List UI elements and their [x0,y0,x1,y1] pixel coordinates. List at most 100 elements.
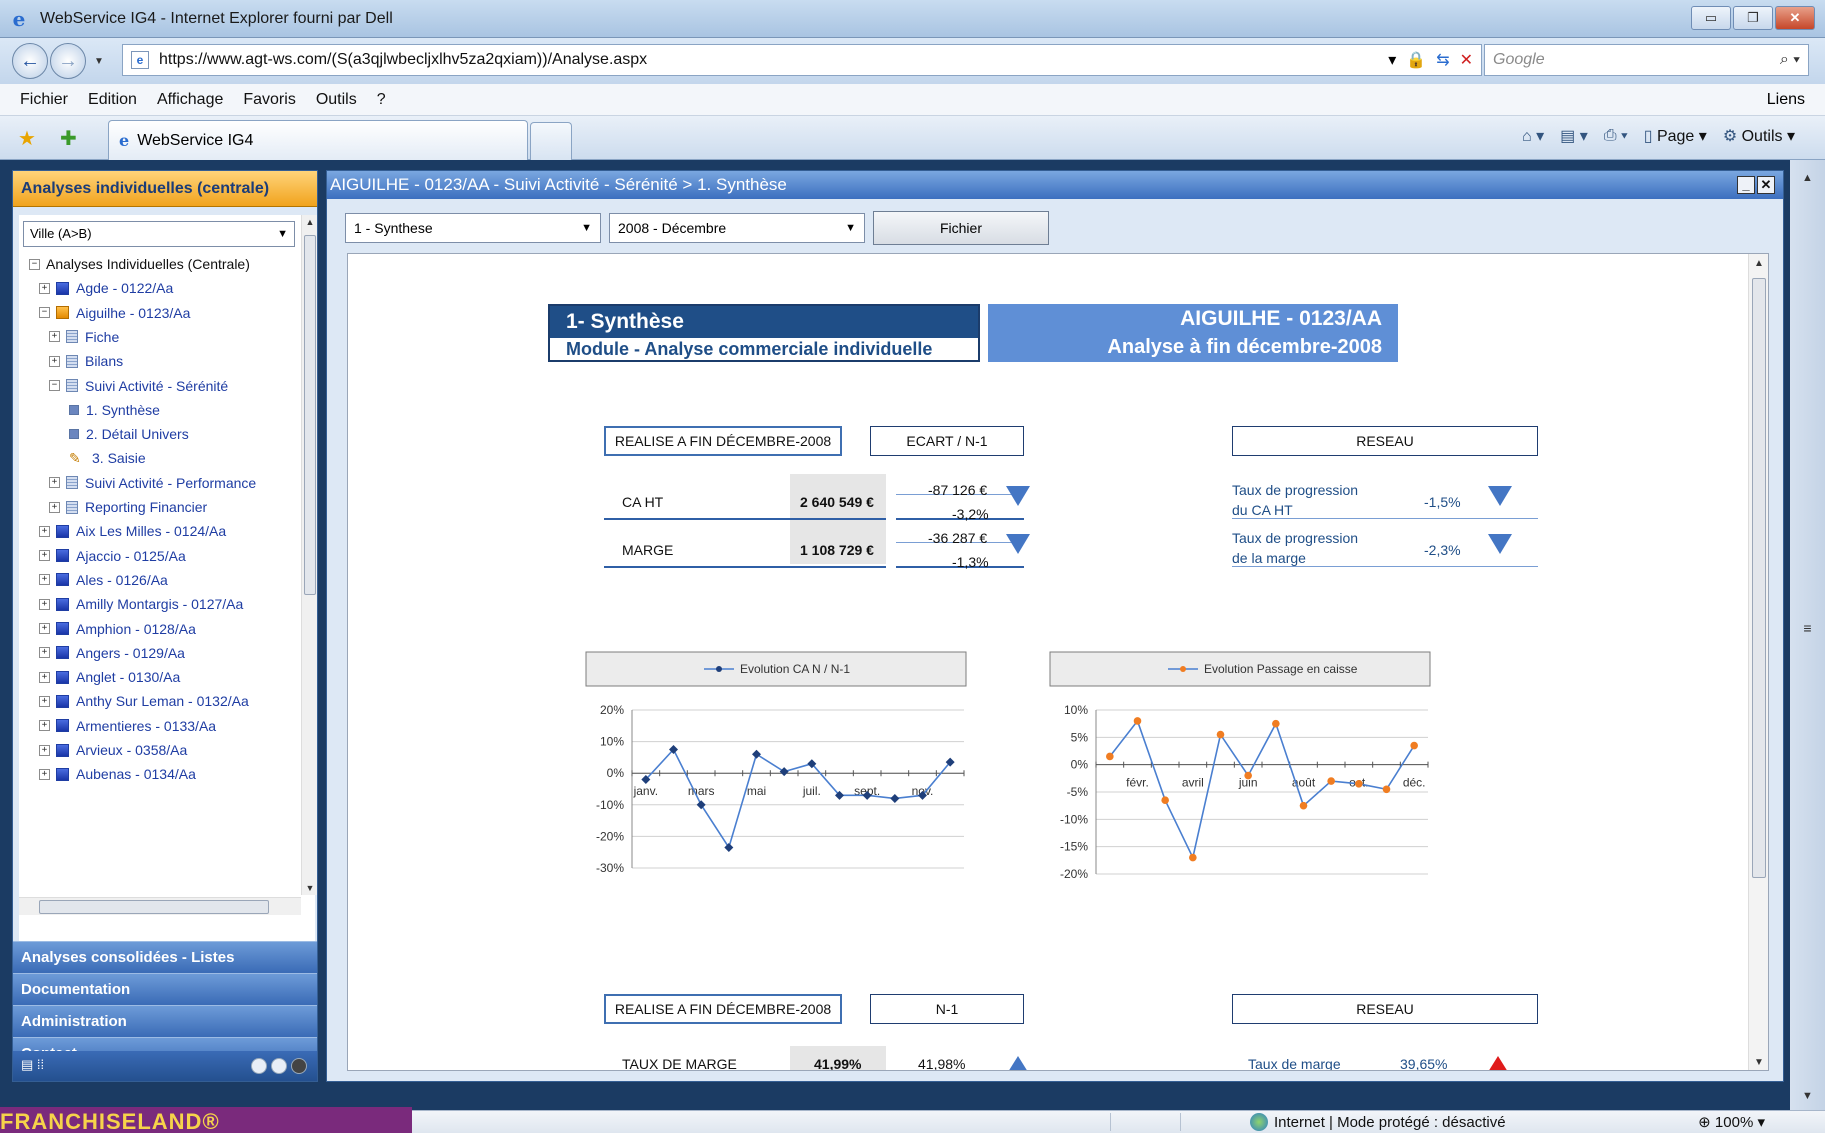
history-dropdown-icon[interactable]: ▼ [94,56,104,67]
stop-icon[interactable]: ✕ [1460,50,1473,70]
expand-icon[interactable]: + [49,501,60,513]
tree-node[interactable]: + Agde - 0122/Aa [39,277,173,299]
tree-node[interactable]: + Reporting Financier [49,496,207,518]
theme-dot-2[interactable] [271,1058,287,1074]
tree-node[interactable]: − Analyses Individuelles (Centrale) [29,253,250,275]
close-button[interactable]: ✕ [1775,6,1815,30]
forward-button[interactable]: → [50,43,86,79]
security-zone[interactable]: Internet | Mode protégé : désactivé [1274,1114,1506,1131]
scroll-grip-icon[interactable]: ≡ [1790,620,1825,636]
section-documentation[interactable]: Documentation [13,973,317,1005]
menu-outils[interactable]: Outils [316,91,357,109]
scroll-thumb[interactable] [1752,278,1766,878]
menu-help[interactable]: ? [377,91,386,109]
back-button[interactable]: ← [12,43,48,79]
scroll-thumb[interactable] [39,900,269,914]
tree-node[interactable]: + Fiche [49,326,119,348]
tree-node[interactable]: + Suivi Activité - Performance [49,472,256,494]
scroll-up-icon[interactable]: ▲ [1749,258,1768,269]
expand-icon[interactable]: + [49,355,60,367]
section-administration[interactable]: Administration [13,1005,317,1037]
section-analyses-consolidees[interactable]: Analyses consolidées - Listes [13,941,317,973]
expand-icon[interactable]: + [49,477,60,489]
tree-node[interactable]: + Aix Les Milles - 0124/Aa [39,520,226,542]
menu-favoris[interactable]: Favoris [243,91,295,109]
refresh-icon[interactable]: ⇆ [1436,50,1449,70]
scroll-up-icon[interactable]: ▲ [1790,172,1825,184]
report-select[interactable]: 1 - Synthese ▼ [345,213,601,243]
tab-webservice[interactable]: e WebService IG4 [108,120,528,160]
expand-icon[interactable]: + [39,768,50,780]
tree-node[interactable]: + Armentieres - 0133/Aa [39,715,216,737]
lock-icon[interactable]: 🔒 [1406,50,1426,70]
expand-icon[interactable]: + [39,623,50,634]
tree-node[interactable]: + Anthy Sur Leman - 0132/Aa [39,690,249,712]
expand-icon[interactable]: + [39,574,50,586]
city-sort-select[interactable]: Ville (A>B) ▼ [23,221,295,247]
expand-icon[interactable]: + [39,647,50,659]
scroll-down-icon[interactable]: ▼ [1790,1090,1825,1102]
expand-icon[interactable]: + [39,720,50,732]
layout-icon[interactable]: ▤ ⁞⁞ [21,1057,44,1073]
collapse-icon[interactable]: − [49,380,60,391]
feeds-icon[interactable]: ▤ ▾ [1560,126,1588,146]
scroll-thumb[interactable] [304,235,316,595]
window-minimize-icon[interactable]: _ [1737,176,1755,194]
search-icon[interactable]: ⌕ ▾ [1780,45,1800,75]
window-close-icon[interactable]: ✕ [1757,176,1775,194]
panel-header-analyses-individuelles[interactable]: Analyses individuelles (centrale) [13,171,317,207]
favorites-star-icon[interactable]: ★ [18,126,36,151]
tree-node[interactable]: + Angers - 0129/Aa [39,642,185,664]
menu-edition[interactable]: Edition [88,91,137,109]
period-select[interactable]: 2008 - Décembre ▼ [609,213,865,243]
tree-node[interactable]: + Ales - 0126/Aa [39,569,168,591]
collapse-icon[interactable]: − [29,258,40,270]
menu-fichier[interactable]: Fichier [20,91,68,109]
minimize-button[interactable]: ▭ [1691,6,1731,30]
theme-dot-3[interactable] [291,1058,307,1074]
scroll-down-icon[interactable]: ▼ [302,883,318,893]
expand-icon[interactable]: + [39,598,50,610]
tree-node[interactable]: + Arvieux - 0358/Aa [39,739,187,761]
expand-icon[interactable]: + [39,525,50,537]
new-tab-button[interactable] [530,122,572,160]
expand-icon[interactable]: + [49,331,60,343]
maximize-button[interactable]: ❐ [1733,6,1773,30]
expand-icon[interactable]: + [39,744,50,756]
expand-icon[interactable]: + [39,550,50,562]
add-favorite-icon[interactable]: ✚ [60,126,77,151]
page-menu[interactable]: ▯ Page ▾ [1644,126,1707,146]
tree-node[interactable]: 1. Synthèse [69,399,160,421]
tree-node[interactable]: − Aiguilhe - 0123/Aa [39,302,190,324]
home-icon[interactable]: ⌂ ▾ [1522,126,1544,146]
tree-node[interactable]: + Amphion - 0128/Aa [39,618,196,640]
tree-node[interactable]: − Suivi Activité - Sérénité [49,375,228,397]
tree-node[interactable]: + Aubenas - 0134/Aa [39,763,196,785]
scroll-down-icon[interactable]: ▼ [1749,1057,1768,1068]
tree-node[interactable]: + Amilly Montargis - 0127/Aa [39,593,243,615]
links-toolbar[interactable]: Liens [1767,91,1805,109]
zoom-level[interactable]: ⊕ 100% ▾ [1698,1113,1765,1131]
collapse-icon[interactable]: − [39,307,50,319]
expand-icon[interactable]: + [39,695,50,707]
tree-node[interactable]: 2. Détail Univers [69,423,189,445]
menu-affichage[interactable]: Affichage [157,91,223,109]
browser-page-scrollbar[interactable]: ▲ ≡ ▼ [1790,160,1825,1110]
tree-horizontal-scrollbar[interactable] [19,897,301,915]
tools-menu[interactable]: ⚙ Outils ▾ [1723,126,1795,146]
print-icon[interactable]: ⎙ ▾ [1604,127,1628,145]
report-vertical-scrollbar[interactable]: ▲ ▼ [1748,254,1768,1070]
tree-node[interactable]: + Bilans [49,350,123,372]
theme-dot-1[interactable] [251,1058,267,1074]
search-input[interactable]: Google ⌕ ▾ [1484,44,1809,76]
url-text[interactable]: https://www.agt-ws.com/(S(a3qjlwbecljxlh… [159,51,647,69]
expand-icon[interactable]: + [39,671,50,683]
fichier-button[interactable]: Fichier [873,211,1049,245]
tree-node[interactable]: ✎ 3. Saisie [69,447,146,469]
url-field[interactable]: e https://www.agt-ws.com/(S(a3qjlwbecljx… [122,44,1482,76]
tree-node[interactable]: + Ajaccio - 0125/Aa [39,545,186,567]
url-dropdown-icon[interactable]: ▾ [1388,50,1396,70]
tree-node[interactable]: + Anglet - 0130/Aa [39,666,180,688]
scroll-up-icon[interactable]: ▲ [302,217,318,227]
expand-icon[interactable]: + [39,282,50,294]
